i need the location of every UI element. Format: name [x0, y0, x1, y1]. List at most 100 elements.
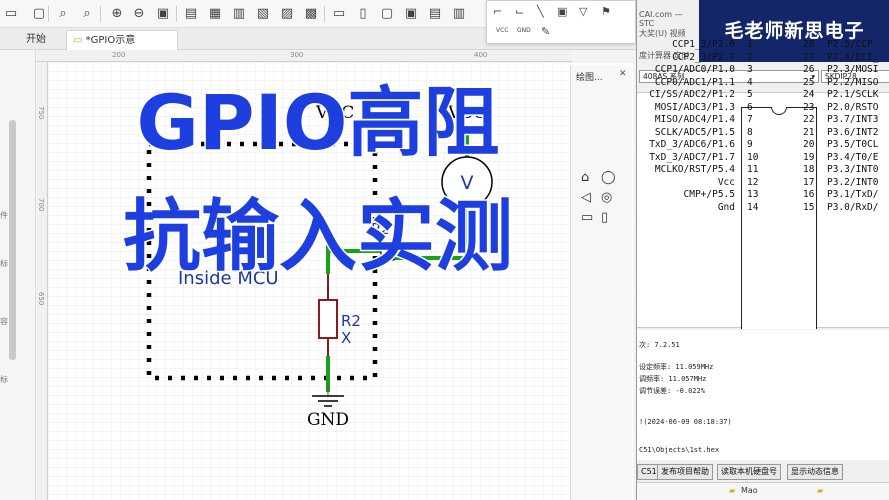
- output-log: 次: 7.2.51 设定频率: 11.059MHz 调频率: 11.057MHz…: [637, 330, 889, 460]
- stc-menu[interactable]: 大奖(U) 视频: [639, 28, 686, 39]
- log-line: 设定频率: 11.059MHz: [639, 363, 714, 371]
- pin-label-left: CCP2_3/P2.7: [672, 51, 735, 63]
- gnd-symbol-label[interactable]: GND: [517, 27, 531, 34]
- taskbar-item-mao[interactable]: Mao: [741, 486, 758, 495]
- pin-label-left: CI/SS/ADC2/P1.2: [649, 89, 735, 100]
- folder-icon: ▰: [817, 486, 824, 495]
- connector-icon[interactable]: ⌐: [493, 5, 502, 19]
- image-icon[interactable]: ▣: [557, 5, 567, 19]
- toolbar-button[interactable]: ▤: [182, 5, 200, 23]
- toolbar-button[interactable]: ▥: [450, 5, 468, 23]
- pin-number-left: 14: [747, 201, 759, 213]
- toolbar-button[interactable]: ▢: [378, 5, 396, 23]
- toolbar-button[interactable]: ▤: [426, 5, 444, 23]
- read-disk-id-button[interactable]: 读取本机硬盘号: [717, 464, 781, 480]
- pin-number-left: 12: [747, 176, 759, 188]
- pin-label-right: P3.7/INT3: [827, 114, 879, 125]
- ruler-tick-label: 400: [474, 51, 488, 59]
- flag-icon[interactable]: ⚑: [601, 5, 611, 19]
- resistor-value-label: X: [341, 329, 351, 347]
- gnd-label: GND: [307, 410, 349, 430]
- pin-number-left: 7: [747, 114, 753, 125]
- pin-number-left: 10: [747, 151, 759, 163]
- ruler-horizontal: 200 300 400: [36, 50, 572, 62]
- pin-label-right: P2.4/ECI_: [827, 51, 879, 63]
- pin-number-left: 8: [747, 126, 753, 138]
- pin-number-left: 6: [747, 101, 753, 113]
- vcc-symbol-label[interactable]: VCC: [496, 27, 508, 34]
- toolbar-button[interactable]: ▢: [30, 5, 48, 23]
- pin-number-right: 23: [803, 101, 815, 113]
- stc-isp-window: CAI.com — STC 大奖(U) 视频 度计算器 定时 毛老师新思电子 4…: [636, 0, 889, 500]
- line-icon[interactable]: ╲: [537, 5, 544, 19]
- fit-page-icon[interactable]: ▣: [154, 5, 172, 23]
- log-line: C51\Objects\1st.hex: [639, 446, 720, 454]
- tab-start[interactable]: 开始: [20, 30, 52, 50]
- pin-number-left: 4: [747, 76, 753, 88]
- gutter-text: 标: [0, 375, 8, 384]
- search-icon[interactable]: ⌕: [54, 5, 72, 23]
- pin-label-left: MISO/ADC4/P1.4: [654, 114, 735, 125]
- overlay-title-line2: 抗输入实测: [121, 191, 514, 284]
- pin-number-left: 2: [747, 51, 753, 63]
- pinout-panel: CCP1_3/P2.6 1 2 8 P2.5/CCP CCP2_3/P2.7 2 2 7 P2.4…: [637, 39, 889, 329]
- find-replace-icon[interactable]: ⌕: [78, 5, 96, 23]
- pin-number-left: 1: [747, 39, 753, 50]
- pin-number-right: 21: [803, 126, 815, 138]
- toolbar-button[interactable]: ▧: [254, 5, 272, 23]
- pin-number-right: 15: [803, 201, 815, 213]
- toolbar-separator: [324, 6, 325, 22]
- pin-number-left: 9: [747, 139, 753, 150]
- pin-number-right: 16: [803, 189, 815, 200]
- toolbar-button[interactable]: ▥: [230, 5, 248, 23]
- toolbar-button[interactable]: ▦: [206, 5, 224, 23]
- toolbar-button[interactable]: ▭: [330, 5, 348, 23]
- taskbar: ▰ Mao ▰: [637, 482, 889, 500]
- pin-label-left: CCP1_3/P2.6: [672, 39, 735, 50]
- pin-label-right: P2.3/MOSI: [827, 64, 879, 75]
- pin-number-right: 22: [803, 114, 815, 125]
- pin-label-left: CCP1/ADC0/P1.0: [654, 64, 735, 75]
- pin-label-right: P3.6/INT2: [827, 126, 879, 138]
- pin-label-right: P3.3/INT0: [827, 164, 879, 175]
- toolbar-button[interactable]: ▩: [302, 5, 320, 23]
- pin-label-left: SCLK/ADC5/P1.5: [654, 126, 735, 138]
- pin-label-left: CCP0/ADC1/P1.1: [654, 76, 735, 88]
- log-line: 次: 7.2.51: [639, 341, 680, 349]
- tab-gpio-diagram[interactable]: ▭ *GPIO示意: [66, 30, 178, 50]
- connector-icon[interactable]: ⌙: [515, 5, 524, 19]
- ellipse-shape-icon[interactable]: ◯: [601, 170, 616, 185]
- pin-label-right: P2.2/MISO: [827, 76, 879, 88]
- publish-help-button[interactable]: 发布项目帮助: [657, 464, 713, 480]
- pin-number-right: 25: [803, 76, 815, 88]
- voltmeter-label: V: [461, 172, 474, 194]
- toolbar-separator: [100, 6, 101, 22]
- toolbar-button[interactable]: ▭: [2, 5, 20, 23]
- toolbar-button[interactable]: ▣: [402, 5, 420, 23]
- connector-popup: ⌐ ⌙ ╲ ▣ ▽ ⚑ VCC GND ✎: [486, 0, 636, 44]
- pin-label-right: P2.5/CCP: [827, 39, 873, 50]
- pin-number-right: 17: [803, 176, 815, 188]
- zoom-in-icon[interactable]: ⊕: [108, 5, 126, 23]
- pin-label-left: MOSI/ADC3/P1.3: [654, 101, 735, 113]
- pin-label-right: P3.5/T0CL: [827, 139, 879, 150]
- pin-number-left: 13: [747, 189, 759, 200]
- pin-number-right: 18: [803, 164, 815, 175]
- show-dynamic-info-button[interactable]: 显示动态信息: [787, 464, 843, 480]
- toolbar-button[interactable]: ▨: [278, 5, 296, 23]
- overlay-title-line1: GPIO高阻: [135, 77, 501, 169]
- pin-label-right: P2.0/RSTO: [827, 101, 879, 113]
- stc-url: CAI.com — STC: [639, 10, 683, 28]
- pin-label-left: Gnd: [717, 201, 735, 213]
- pen-icon[interactable]: ✎: [541, 25, 550, 39]
- log-line: 调频率: 11.057MHz: [639, 375, 707, 383]
- log-line: !(2024-06-09 08:18:37): [639, 418, 732, 426]
- zoom-out-icon[interactable]: ⊖: [130, 5, 148, 23]
- pin-label-left: CMP+/P5.5: [683, 189, 735, 200]
- toolbar-button[interactable]: ▯: [354, 5, 372, 23]
- chevron-down-icon[interactable]: ▽: [579, 5, 587, 19]
- pin-label-right: P3.0/RxD/: [827, 201, 879, 213]
- pin-number-right: 26: [803, 64, 815, 75]
- resistor-r2[interactable]: [318, 299, 338, 339]
- cloud-shape-icon[interactable]: ⌂: [581, 170, 589, 185]
